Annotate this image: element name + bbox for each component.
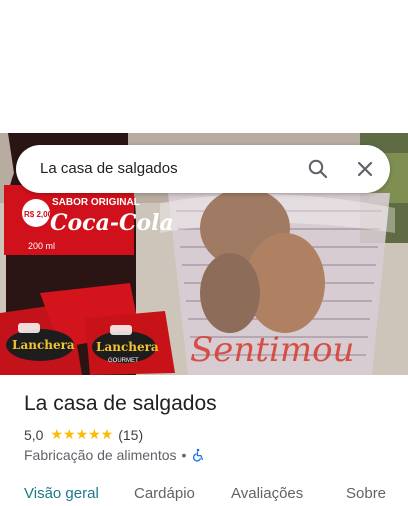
bottle-price: R$ 2,00 <box>24 210 53 219</box>
category-separator: • <box>181 447 187 463</box>
bottle-flavor: SABOR ORIGINAL <box>52 197 140 208</box>
close-icon[interactable] <box>353 157 377 181</box>
tab-reviews[interactable]: Avaliações <box>231 485 303 502</box>
place-tabs: Visão geral Cardápio Avaliações Sobre <box>0 485 408 506</box>
place-title: La casa de salgados <box>24 392 217 415</box>
tab-overview[interactable]: Visão geral <box>24 485 99 502</box>
search-input[interactable]: La casa de salgados <box>40 160 178 177</box>
tab-menu[interactable]: Cardápio <box>134 485 195 502</box>
review-count[interactable]: (15) <box>118 427 143 443</box>
sachet-brand-1: Lanchera <box>12 338 75 352</box>
star-rating-icon: ★★★★★ <box>50 426 114 442</box>
place-info-panel: La casa de salgados 5,0 ★★★★★ (15) Fabri… <box>0 375 408 506</box>
tab-about[interactable]: Sobre <box>346 485 386 502</box>
search-bar[interactable]: La casa de salgados <box>16 145 390 193</box>
search-icon[interactable] <box>306 157 330 181</box>
sachet-brand-2: Lanchera <box>96 340 159 354</box>
rating-row[interactable]: 5,0 ★★★★★ (15) <box>24 426 143 443</box>
bottle-volume: 200 ml <box>28 241 55 251</box>
bottle-brand: Coca-Cola <box>50 210 174 236</box>
place-category: Fabricação de alimentos <box>24 447 177 463</box>
wheelchair-icon <box>193 448 204 462</box>
rating-value: 5,0 <box>24 426 44 443</box>
sachet-sub: GOURMET <box>108 358 139 364</box>
map-blank-area <box>0 0 408 133</box>
cup-handwriting: Sentimou <box>190 330 354 370</box>
category-row: Fabricação de alimentos • <box>24 447 205 463</box>
